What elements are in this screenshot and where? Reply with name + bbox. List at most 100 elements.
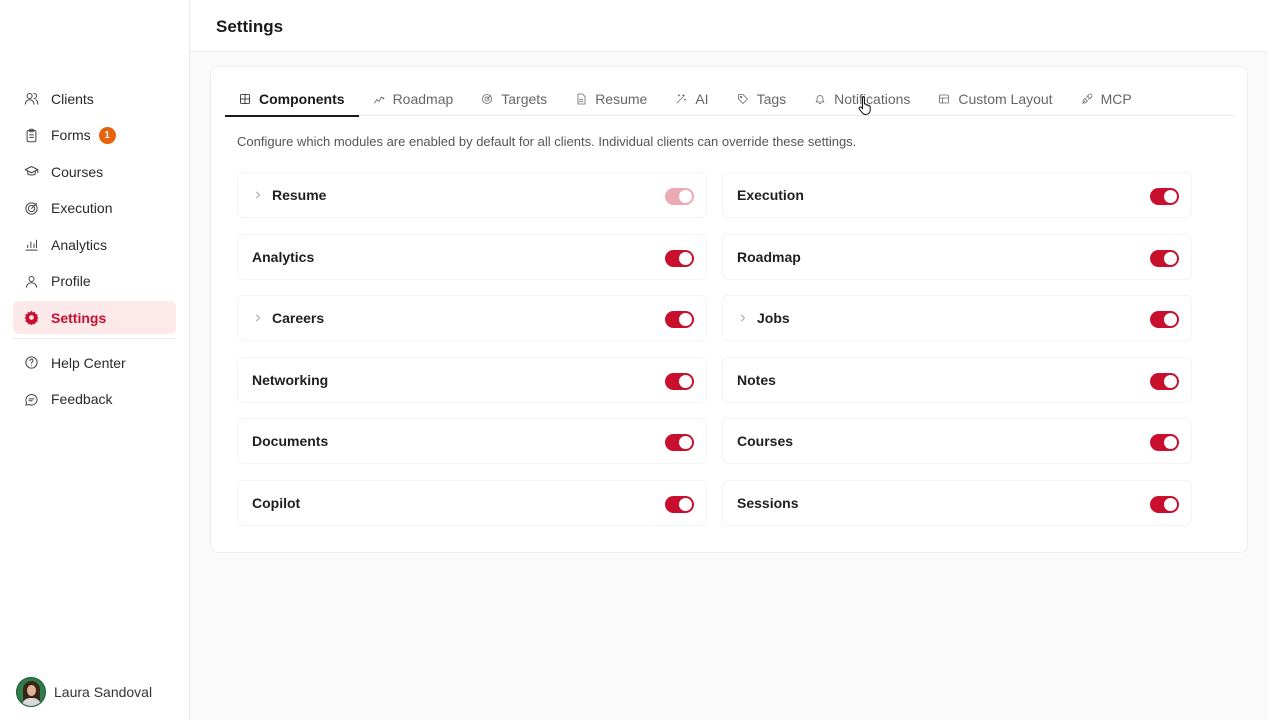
pointer-cursor-icon: [858, 96, 871, 115]
page-header: Settings: [190, 0, 1268, 52]
copilot-toggle[interactable]: [665, 495, 694, 513]
tab-label: Targets: [501, 91, 548, 107]
tab-label: Resume: [595, 91, 648, 107]
analytics-toggle[interactable]: [665, 249, 694, 267]
sidebar-item-label: Analytics: [51, 236, 108, 253]
notes-toggle[interactable]: [1150, 372, 1179, 390]
tab-components[interactable]: Components: [225, 83, 359, 117]
networking-toggle[interactable]: [665, 372, 694, 390]
documents-toggle[interactable]: [665, 434, 694, 451]
module-label: Jobs: [757, 310, 790, 326]
sidebar-item-courses[interactable]: Courses: [13, 155, 176, 188]
sidebar-item-label: Forms: [51, 127, 91, 143]
users-icon: [23, 91, 39, 107]
jobs-toggle[interactable]: [1150, 311, 1179, 328]
sparkles-icon: [675, 93, 687, 105]
sidebar-item-feedback[interactable]: Feedback: [13, 383, 176, 416]
layout-icon: [938, 93, 950, 105]
module-label: Careers: [272, 310, 325, 326]
execution-toggle[interactable]: [1150, 188, 1179, 205]
message-circle-icon: [23, 391, 39, 407]
bell-icon: [814, 93, 826, 105]
forms-count-badge: 1: [98, 126, 116, 144]
sidebar-item-settings[interactable]: Settings: [13, 301, 176, 334]
module-row-courses[interactable]: Courses: [722, 418, 1192, 464]
sidebar-item-help-center[interactable]: Help Center: [13, 346, 176, 379]
module-label: Execution: [737, 187, 804, 203]
tab-resume[interactable]: Resume: [561, 83, 661, 115]
sidebar-item-clients[interactable]: Clients: [13, 82, 176, 115]
route-icon: [373, 93, 385, 105]
module-label: Notes: [737, 371, 776, 388]
user-icon: [23, 273, 39, 289]
courses-toggle[interactable]: [1150, 434, 1179, 451]
settings-tabs: Components Roadmap Targets Resume AI Tag…: [225, 83, 1234, 117]
chevron-right-icon[interactable]: [252, 312, 264, 324]
module-row-documents[interactable]: Documents: [237, 418, 707, 464]
module-row-execution[interactable]: Execution: [722, 172, 1192, 218]
sidebar-divider: [13, 338, 176, 339]
chevron-right-icon[interactable]: [252, 189, 264, 201]
sidebar-item-label: Help Center: [51, 354, 126, 371]
tab-label: Tags: [756, 91, 787, 107]
tab-label: Components: [259, 91, 345, 107]
module-row-roadmap[interactable]: Roadmap: [722, 233, 1192, 280]
sidebar-nav: Clients Forms 1 Courses Execution Analyt…: [13, 82, 176, 419]
module-label: Analytics: [252, 248, 315, 265]
sidebar-item-forms[interactable]: Forms 1: [13, 119, 176, 152]
settings-card: Components Roadmap Targets Resume AI Tag…: [210, 66, 1248, 553]
module-label: Sessions: [737, 494, 799, 511]
target-icon: [23, 200, 39, 216]
module-label: Courses: [737, 433, 794, 449]
sidebar-item-label: Courses: [51, 163, 104, 180]
target-icon: [481, 93, 493, 105]
tab-label: AI: [695, 91, 709, 107]
grid-icon: [239, 93, 251, 105]
sessions-toggle[interactable]: [1150, 495, 1179, 513]
module-label: Copilot: [252, 494, 301, 511]
sidebar-item-label: Clients: [51, 90, 94, 107]
roadmap-toggle[interactable]: [1150, 249, 1179, 267]
module-row-networking[interactable]: Networking: [237, 356, 707, 403]
gear-icon: [23, 310, 39, 326]
tab-custom-layout[interactable]: Custom Layout: [924, 83, 1066, 115]
module-label: Resume: [272, 187, 327, 203]
tab-targets[interactable]: Targets: [467, 83, 561, 115]
careers-toggle[interactable]: [665, 311, 694, 328]
tab-tags[interactable]: Tags: [723, 83, 801, 115]
module-row-notes[interactable]: Notes: [722, 356, 1192, 403]
sidebar-item-label: Profile: [51, 273, 91, 289]
module-row-careers[interactable]: Careers: [237, 295, 707, 341]
sidebar: Clients Forms 1 Courses Execution Analyt…: [0, 0, 190, 720]
tab-label: MCP: [1100, 91, 1132, 107]
clipboard-icon: [23, 127, 39, 143]
tab-label: Roadmap: [392, 91, 454, 107]
plug-icon: [1081, 93, 1093, 105]
module-row-sessions[interactable]: Sessions: [722, 479, 1192, 526]
bar-chart-icon: [23, 237, 39, 253]
user-profile[interactable]: Laura Sandoval: [16, 677, 152, 707]
tab-mcp[interactable]: MCP: [1067, 83, 1146, 115]
tag-icon: [737, 93, 749, 105]
help-circle-icon: [23, 355, 39, 371]
module-row-jobs[interactable]: Jobs: [722, 295, 1192, 341]
tab-ai[interactable]: AI: [661, 83, 722, 115]
sidebar-item-label: Settings: [51, 309, 107, 326]
sidebar-item-analytics[interactable]: Analytics: [13, 228, 176, 261]
sidebar-item-profile[interactable]: Profile: [13, 265, 176, 298]
sidebar-item-label: Feedback: [51, 391, 113, 407]
module-row-resume[interactable]: Resume: [237, 172, 707, 218]
module-row-analytics[interactable]: Analytics: [237, 233, 707, 280]
module-label: Networking: [252, 371, 329, 388]
user-name: Laura Sandoval: [54, 684, 153, 700]
tab-roadmap[interactable]: Roadmap: [359, 83, 468, 115]
module-row-copilot[interactable]: Copilot: [237, 479, 707, 526]
graduation-cap-icon: [23, 164, 39, 180]
page-title: Settings: [216, 17, 284, 36]
sidebar-item-label: Execution: [51, 200, 113, 216]
chevron-right-icon[interactable]: [737, 312, 749, 324]
sidebar-item-execution[interactable]: Execution: [13, 192, 176, 225]
avatar: [16, 677, 46, 707]
module-label: Roadmap: [737, 248, 801, 265]
resume-toggle[interactable]: [665, 188, 694, 205]
